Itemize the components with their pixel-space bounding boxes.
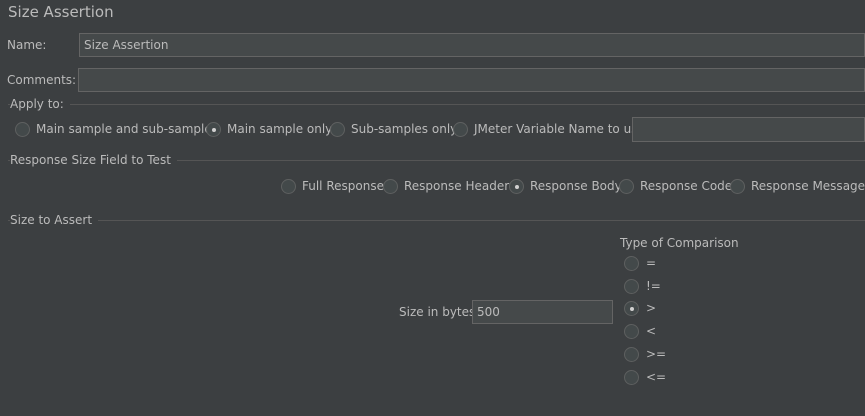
- radio-less-equal[interactable]: [624, 370, 639, 385]
- size-assert-border: [8, 220, 865, 221]
- radio-not-equal[interactable]: [624, 279, 639, 294]
- radio-response-body-label[interactable]: Response Body: [530, 179, 622, 193]
- radio-full-response-label[interactable]: Full Response: [302, 179, 384, 193]
- size-assert-title: Size to Assert: [10, 213, 99, 227]
- radio-main-and-sub-label[interactable]: Main sample and sub-samples: [36, 122, 218, 136]
- radio-jmeter-variable-label[interactable]: JMeter Variable Name to use: [474, 122, 645, 136]
- panel-title: Size Assertion: [8, 3, 114, 21]
- radio-main-and-sub[interactable]: [15, 122, 30, 137]
- name-label: Name:: [7, 38, 47, 52]
- radio-equal[interactable]: [624, 256, 639, 271]
- response-field-title: Response Size Field to Test: [10, 153, 177, 167]
- radio-less-than[interactable]: [624, 324, 639, 339]
- size-in-bytes-label: Size in bytes:: [399, 305, 480, 319]
- size-in-bytes-input[interactable]: 500: [472, 300, 613, 324]
- radio-equal-label[interactable]: =: [646, 256, 656, 270]
- radio-response-code[interactable]: [619, 179, 634, 194]
- comments-input[interactable]: [78, 68, 865, 92]
- radio-full-response[interactable]: [281, 179, 296, 194]
- radio-response-headers[interactable]: [383, 179, 398, 194]
- radio-jmeter-variable[interactable]: [453, 122, 468, 137]
- radio-response-message[interactable]: [730, 179, 745, 194]
- radio-sub-only-label[interactable]: Sub-samples only: [351, 122, 457, 136]
- name-input[interactable]: Size Assertion: [79, 33, 865, 57]
- radio-response-body[interactable]: [509, 179, 524, 194]
- radio-greater-than-label[interactable]: >: [646, 301, 656, 315]
- radio-less-than-label[interactable]: <: [646, 324, 656, 338]
- radio-sub-only[interactable]: [330, 122, 345, 137]
- radio-response-headers-label[interactable]: Response Headers: [404, 179, 515, 193]
- radio-response-message-label[interactable]: Response Message: [751, 179, 865, 193]
- apply-to-border: [8, 104, 865, 105]
- radio-response-code-label[interactable]: Response Code: [640, 179, 732, 193]
- radio-less-equal-label[interactable]: <=: [646, 370, 666, 384]
- radio-greater-than[interactable]: [624, 301, 639, 316]
- type-of-comparison-title: Type of Comparison: [620, 236, 739, 250]
- apply-to-title: Apply to:: [10, 97, 70, 111]
- jmeter-variable-input[interactable]: [632, 117, 865, 142]
- radio-greater-equal[interactable]: [624, 347, 639, 362]
- comments-label: Comments:: [7, 73, 77, 87]
- radio-greater-equal-label[interactable]: >=: [646, 347, 666, 361]
- radio-not-equal-label[interactable]: !=: [646, 279, 661, 293]
- radio-main-only[interactable]: [206, 122, 221, 137]
- radio-main-only-label[interactable]: Main sample only: [227, 122, 332, 136]
